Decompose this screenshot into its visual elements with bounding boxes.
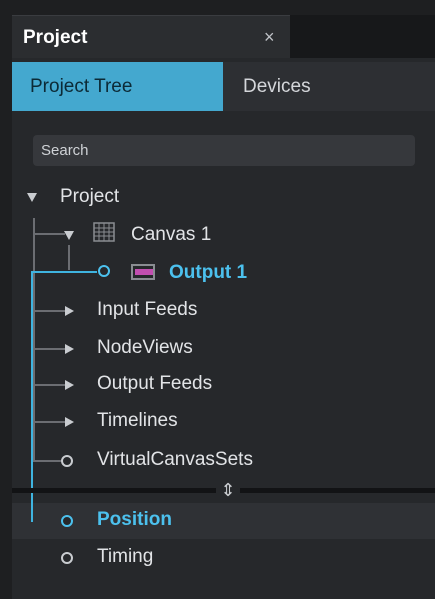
output-display-icon [131, 264, 155, 280]
selected-row-highlight [12, 503, 435, 539]
tree-item-virtual-canvas-sets[interactable]: VirtualCanvasSets [97, 449, 253, 471]
tree-item-project[interactable]: Project [60, 186, 119, 208]
tree-item-input-feeds[interactable]: Input Feeds [97, 299, 197, 321]
tree-item-position[interactable]: Position [97, 509, 172, 531]
expand-arrow-icon[interactable] [65, 380, 74, 390]
expand-arrow-icon[interactable] [65, 417, 74, 427]
selection-path-line [31, 503, 33, 522]
panel-title: Project [23, 27, 88, 48]
collapse-arrow-icon[interactable] [27, 193, 37, 202]
tree-connector [33, 310, 65, 312]
panel-tab-project[interactable]: Project × [12, 15, 290, 59]
leaf-node-icon [98, 265, 110, 277]
tree-item-nodeviews[interactable]: NodeViews [97, 337, 193, 359]
tree-connector [33, 384, 65, 386]
tree-item-output-1[interactable]: Output 1 [169, 262, 247, 284]
tree-connector [33, 218, 35, 461]
canvas-grid-icon [93, 222, 115, 242]
tab-project-tree[interactable]: Project Tree [12, 62, 223, 111]
tree-connector [33, 233, 65, 235]
expand-arrow-icon[interactable] [65, 344, 74, 354]
close-icon[interactable]: × [264, 27, 275, 48]
collapse-arrow-icon[interactable] [64, 231, 74, 240]
selection-path-line [31, 271, 33, 522]
tree-connector [33, 348, 65, 350]
tab-strip-empty-area [290, 15, 435, 58]
expand-arrow-icon[interactable] [65, 306, 74, 316]
resize-handle-icon[interactable]: ⇕ [216, 478, 240, 502]
selection-path-line [31, 271, 97, 273]
leaf-node-icon [61, 455, 73, 467]
search-input[interactable] [33, 135, 415, 166]
leaf-node-icon [61, 552, 73, 564]
tree-item-timing[interactable]: Timing [97, 546, 153, 568]
tree-connector [33, 421, 65, 423]
tree-connector [33, 460, 61, 462]
tree-connector [68, 245, 70, 270]
leaf-node-icon [61, 515, 73, 527]
tree-item-output-feeds[interactable]: Output Feeds [97, 373, 212, 395]
tree-item-timelines[interactable]: Timelines [97, 410, 178, 432]
tab-devices[interactable]: Devices [223, 62, 435, 111]
tree-item-canvas-1[interactable]: Canvas 1 [131, 224, 211, 246]
